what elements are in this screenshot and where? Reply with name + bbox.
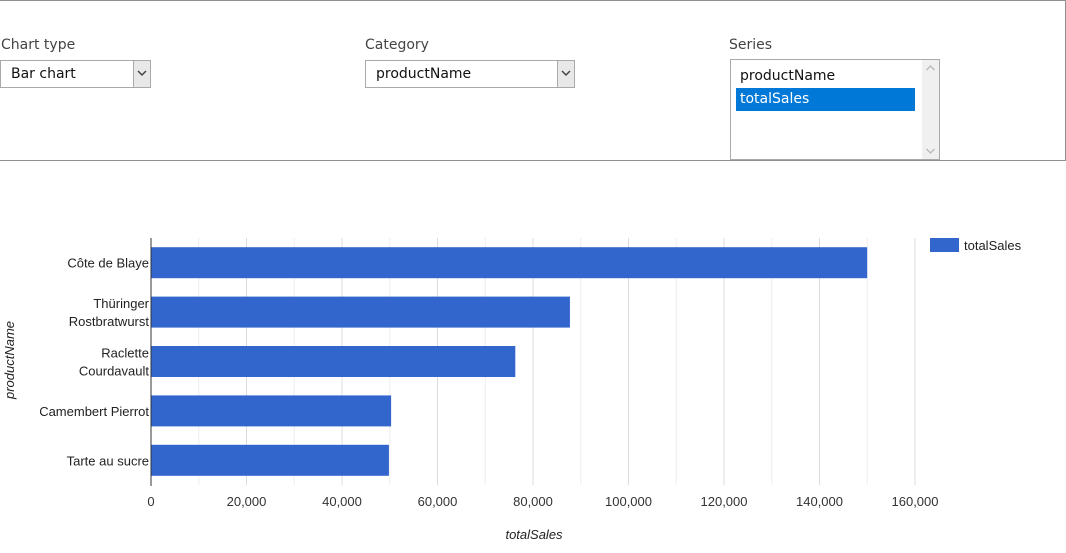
category-label: Côte de Blaye [67, 256, 149, 271]
bar-chart: Côte de Blaye Thüringer Rostbratwurst Racle… [2, 238, 1022, 542]
x-tick-label: 100,000 [605, 494, 652, 509]
category-label: Thüringer Rostbratwurst [69, 296, 150, 329]
legend-swatch [930, 238, 959, 252]
y-axis-title: productName [2, 321, 17, 400]
x-axis-title: totalSales [505, 527, 563, 542]
x-tick-label: 120,000 [701, 494, 748, 509]
x-tick-label: 80,000 [513, 494, 553, 509]
bar [151, 444, 389, 476]
category-label: Camembert Pierrot [39, 404, 149, 419]
bar [151, 296, 570, 328]
bar [151, 346, 516, 377]
category-label: Raclette Courdavault [79, 346, 149, 379]
bar [151, 247, 868, 279]
x-tick-label: 20,000 [227, 494, 267, 509]
x-tick-label: 140,000 [796, 494, 843, 509]
legend-label: totalSales [964, 238, 1022, 253]
category-label: Tarte au sucre [67, 453, 149, 468]
legend: totalSales [930, 238, 1022, 253]
x-tick-label: 160,000 [892, 494, 939, 509]
bar [151, 395, 392, 427]
x-tick-label: 40,000 [322, 494, 362, 509]
x-tick-label: 60,000 [418, 494, 458, 509]
x-tick-label: 0 [147, 494, 154, 509]
